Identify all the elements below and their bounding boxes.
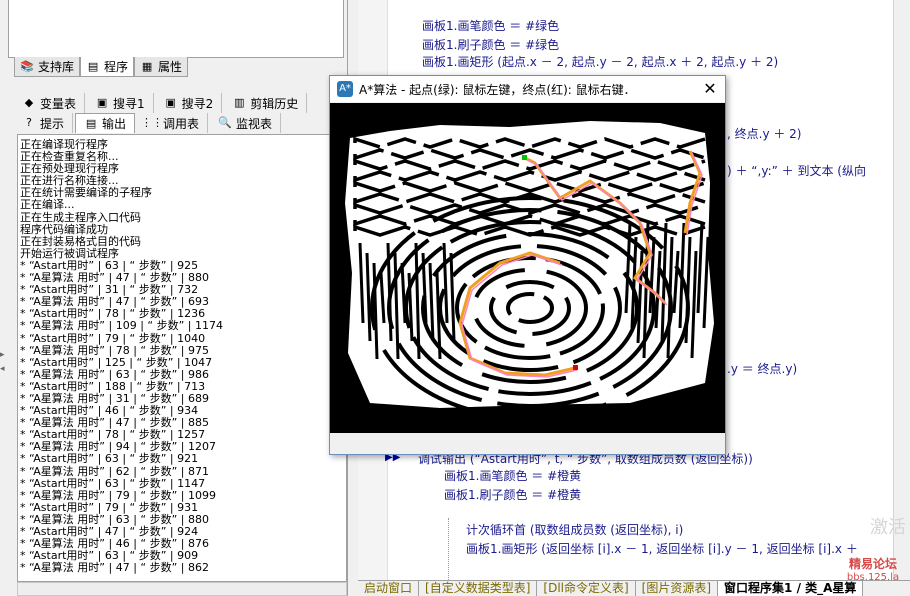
window-title: A*算法 - 起点(绿): 鼠标左键，终点(红): 鼠标右键．: [359, 82, 636, 97]
activation-watermark: 激活: [870, 517, 906, 538]
watch-icon: 🔍: [218, 116, 232, 129]
editor-vertical-scrollbar[interactable]: [893, 0, 910, 580]
tab-label: 搜寻1: [113, 96, 145, 111]
tab-call-table[interactable]: ⋮⋮ 调用表: [137, 113, 209, 133]
output-line: * “Astart用时” | 63 | “ 步数” | 1147: [20, 476, 206, 490]
output-line: * “A星算法 用时” | 78 | “ 步数” | 975: [20, 343, 209, 357]
clip-history-icon: ▥: [234, 96, 245, 109]
left-panel: 📚 支持库 ▤ 程序 ▦ 属性 ◆ 变量表 ▣ 搜寻1 ▣ 搜寻2 ▥ 剪辑历史: [0, 0, 348, 596]
program-icon: ▤: [87, 59, 99, 73]
tab-label: 变量表: [40, 96, 77, 111]
output-line: * “Astart用时” | 63 | “ 步数” | 921: [20, 452, 199, 466]
tab-image-resources[interactable]: [图片资源表]: [636, 581, 719, 596]
tab-properties[interactable]: ▦ 属性: [134, 57, 189, 77]
tab-label: 监视表: [236, 116, 273, 131]
output-icon: ▤: [85, 116, 97, 130]
properties-icon: ▦: [141, 59, 153, 73]
close-button[interactable]: ✕: [700, 79, 720, 99]
workspace-tabs: 📚 支持库 ▤ 程序 ▦ 属性: [14, 57, 189, 77]
search1-icon: ▣: [96, 96, 108, 109]
status-tabs-row-1: ◆ 变量表 ▣ 搜寻1 ▣ 搜寻2 ▥ 剪辑历史: [14, 93, 308, 113]
app-icon: A*: [337, 81, 353, 97]
output-panel[interactable]: 正在编译现行程序 正在检查重复名称... 正在预处理现行程序 正在进行名称连接... 正…: [17, 134, 347, 582]
code-line: 画板1.画笔颜色 ＝ #绿色: [422, 19, 560, 33]
tab-label: 输出: [102, 117, 127, 131]
code-line: 画板1.刷子颜色 ＝ #橙黄: [444, 488, 582, 502]
tab-support-library[interactable]: 📚 支持库: [14, 57, 81, 77]
code-line: 画板1.刷子颜色 ＝ #绿色: [422, 38, 560, 52]
tab-label: 剪辑历史: [250, 96, 299, 111]
tab-hint[interactable]: ? 提示: [14, 113, 74, 133]
end-point-marker: [573, 365, 578, 370]
forum-name: 精易论坛: [848, 557, 897, 571]
tab-label: 提示: [40, 116, 65, 131]
hint-icon: ?: [26, 116, 32, 129]
search2-icon: ▣: [165, 96, 176, 109]
output-line: * “A星算法 用时” | 47 | “ 步数” | 862: [20, 561, 209, 575]
tab-window-assembly[interactable]: 窗口程序集1 / 类_A星算: [718, 581, 864, 596]
output-horizontal-scrollbar[interactable]: [17, 582, 347, 596]
library-tree-area[interactable]: [8, 0, 344, 58]
tab-search2[interactable]: ▣ 搜寻2: [155, 93, 223, 113]
library-icon: 📚: [20, 59, 34, 73]
astar-title-bar[interactable]: A* A*算法 - 起点(绿): 鼠标左键，终点(红): 鼠标右键． ✕: [330, 76, 725, 102]
call-table-icon: ⋮⋮: [141, 116, 164, 129]
output-line: * “A星算法 用时” | 79 | “ 步数” | 1099: [20, 488, 216, 502]
output-line: 正在编译...: [20, 198, 75, 212]
window-status-strip: [330, 433, 725, 454]
astar-window: A* A*算法 - 起点(绿): 鼠标左键，终点(红): 鼠标右键． ✕: [329, 75, 726, 455]
output-line: * “Astart用时” | 79 | “ 步数” | 1040: [20, 331, 206, 345]
tab-label: 属性: [158, 60, 183, 74]
start-point-marker: [522, 155, 527, 160]
output-line: 程序代码编译成功: [20, 222, 108, 236]
output-line: * “Astart用时” | 125 | “ 步数” | 1047: [20, 355, 213, 369]
loop-line: 计次循环首 (取数组成员数 (返回坐标), i): [466, 523, 684, 537]
output-line: 正在生成主程序入口代码: [20, 210, 141, 224]
tab-search1[interactable]: ▣ 搜寻1: [87, 93, 154, 113]
tab-dll-commands[interactable]: [Dll命令定义表]: [537, 581, 636, 596]
code-line-fragment: .y ＝ 终点.y): [727, 362, 798, 376]
output-line: * “A星算法 用时” | 62 | “ 步数” | 871: [20, 464, 209, 478]
splitter-handle[interactable]: ▸ ◂: [0, 348, 8, 378]
tab-custom-data-types[interactable]: [自定义数据类型表]: [419, 581, 538, 596]
code-line: 画板1.画矩形 (起点.x － 2, 起点.y － 2, 起点.x ＋ 2, 起…: [422, 55, 779, 69]
tab-clip-history[interactable]: ▥ 剪辑历史: [224, 93, 308, 113]
code-line-fragment: ) ＋ “,y:” ＋ 到文本 (纵向: [727, 164, 866, 178]
tab-label: 调用表: [163, 116, 200, 131]
tab-watch[interactable]: 🔍 监视表: [210, 113, 282, 133]
code-line: 画板1.画笔颜色 ＝ #橙黄: [444, 469, 582, 483]
tab-label: 搜寻2: [181, 96, 214, 111]
tab-label: 支持库: [38, 60, 75, 74]
output-line: * “A星算法 用时” | 109 | “ 步数” | 1174: [20, 319, 223, 333]
tab-label: 程序: [104, 60, 129, 74]
loop-guide-line: [448, 518, 449, 580]
code-line: 画板1.画矩形 (返回坐标 [i].x － 1, 返回坐标 [i].y － 1,…: [466, 542, 858, 556]
variables-icon: ◆: [24, 96, 34, 109]
code-line-fragment: , 终点.y ＋ 2): [727, 127, 802, 141]
status-tabs-row-2: ? 提示 ▤ 输出 ⋮⋮ 调用表 🔍 监视表: [14, 113, 282, 133]
maze-canvas[interactable]: [330, 103, 725, 433]
tab-output[interactable]: ▤ 输出: [75, 113, 136, 133]
editor-bottom-tabs: 启动窗口 [自定义数据类型表] [Dll命令定义表] [图片资源表] 窗口程序集…: [358, 580, 910, 596]
tab-startup-window[interactable]: 启动窗口: [358, 581, 420, 596]
tab-variables[interactable]: ◆ 变量表: [14, 93, 86, 113]
tab-program[interactable]: ▤ 程序: [80, 57, 135, 77]
